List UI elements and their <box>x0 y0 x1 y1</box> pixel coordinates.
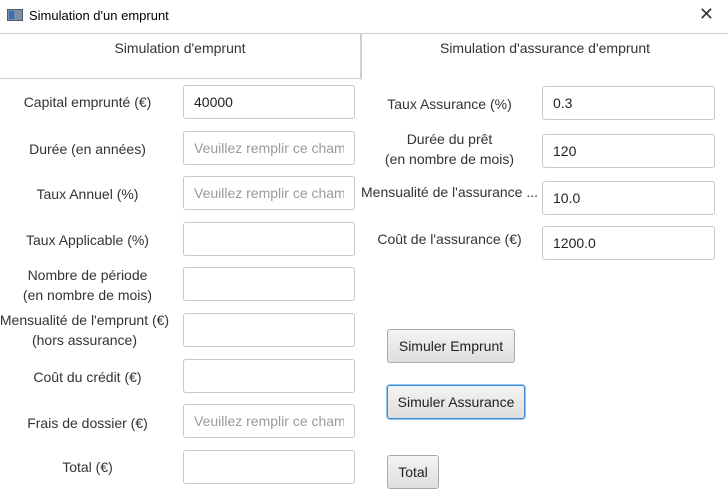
mensualite-assurance-field[interactable] <box>542 181 715 215</box>
total-label: Total (€) <box>62 459 113 475</box>
cout-credit-label: Coût du crédit (€) <box>33 369 142 385</box>
total-button[interactable]: Total <box>387 455 439 489</box>
mensualite-emprunt-label-line1: Mensualité de l'emprunt (€) <box>0 312 170 328</box>
tab-bar: Simulation d'emprunt Simulation d'assura… <box>0 33 728 80</box>
tab-simulation-emprunt[interactable]: Simulation d'emprunt <box>0 33 361 79</box>
taux-applicable-label: Taux Applicable (%) <box>26 232 149 248</box>
mensualite-assurance-label: Mensualité de l'assurance ... <box>361 184 538 200</box>
frais-dossier-field[interactable] <box>183 404 355 438</box>
close-icon[interactable]: ✕ <box>699 4 714 26</box>
title-bar: Simulation d'un emprunt ✕ <box>0 0 728 33</box>
nb-periode-label-line2: (en nombre de mois) <box>22 287 153 303</box>
simuler-assurance-button[interactable]: Simuler Assurance <box>387 385 525 419</box>
taux-assurance-field[interactable] <box>542 86 715 120</box>
taux-applicable-field[interactable] <box>183 222 355 256</box>
capital-field[interactable] <box>183 85 355 119</box>
nb-periode-field[interactable] <box>183 267 355 301</box>
duree-pret-field[interactable] <box>542 134 715 168</box>
tab-label: Simulation d'assurance d'emprunt <box>439 40 650 56</box>
cout-assurance-field[interactable] <box>542 226 715 260</box>
capital-label: Capital emprunté (€) <box>23 94 152 110</box>
duree-pret-label-line1: Durée du prêt <box>406 131 493 147</box>
cout-credit-field[interactable] <box>183 359 355 393</box>
cout-assurance-label: Coût de l'assurance (€) <box>377 231 522 247</box>
total-field[interactable] <box>183 450 355 484</box>
window-title: Simulation d'un emprunt <box>29 8 169 23</box>
taux-annuel-label: Taux Annuel (%) <box>36 186 139 202</box>
duree-field[interactable] <box>183 131 355 165</box>
duree-pret-label: Durée du prêt (en nombre de mois) <box>362 129 537 169</box>
taux-annuel-field[interactable] <box>183 176 355 210</box>
taux-assurance-label: Taux Assurance (%) <box>387 96 512 112</box>
duree-label: Durée (en années) <box>29 141 146 157</box>
nb-periode-label: Nombre de période (en nombre de mois) <box>0 265 175 305</box>
mensualite-emprunt-label-line2: (hors assurance) <box>31 332 138 348</box>
duree-pret-label-line2: (en nombre de mois) <box>384 151 515 167</box>
tab-label: Simulation d'emprunt <box>114 40 246 56</box>
frais-dossier-label: Frais de dossier (€) <box>27 415 148 431</box>
tab-simulation-assurance[interactable]: Simulation d'assurance d'emprunt <box>361 33 728 80</box>
nb-periode-label-line1: Nombre de période <box>27 267 148 283</box>
app-icon <box>7 9 23 21</box>
mensualite-emprunt-field[interactable] <box>183 313 355 347</box>
simuler-emprunt-button[interactable]: Simuler Emprunt <box>387 329 515 363</box>
mensualite-emprunt-label: Mensualité de l'emprunt (€) (hors assura… <box>0 310 175 350</box>
